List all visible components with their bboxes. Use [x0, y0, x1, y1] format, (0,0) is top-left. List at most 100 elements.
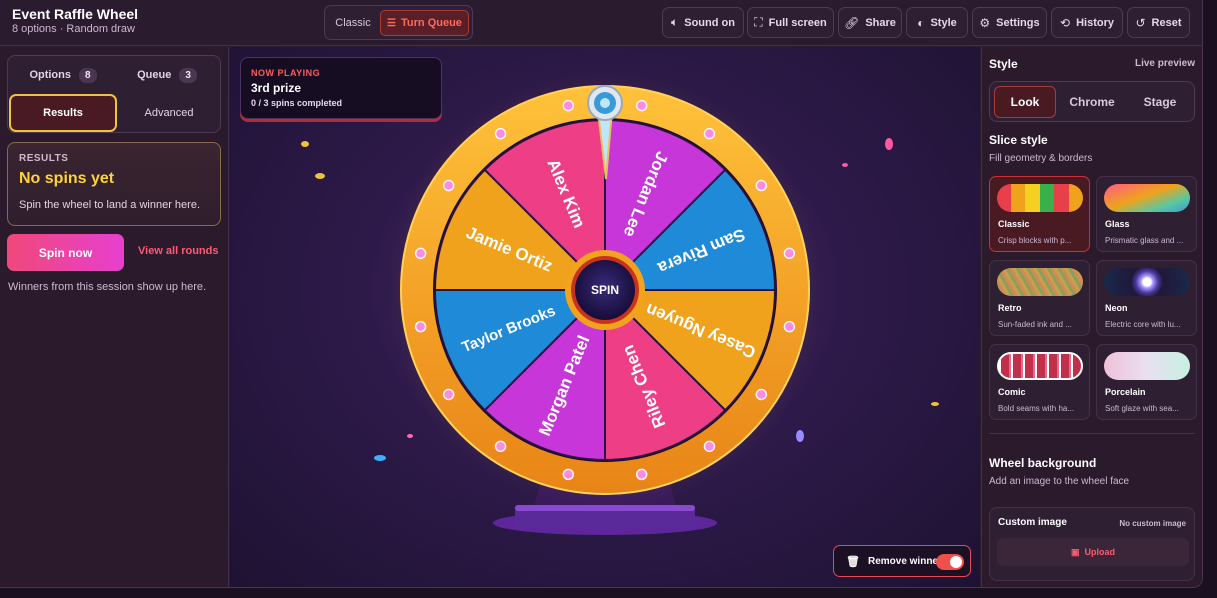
style-card-name: Comic: [998, 387, 1026, 397]
style-label: Style: [930, 16, 957, 29]
tab-queue-label: Queue: [137, 69, 172, 81]
style-card-desc: Bold seams with ha...: [998, 404, 1075, 413]
mode-classic-button[interactable]: Classic: [329, 10, 377, 36]
tab-chrome[interactable]: Chrome: [1060, 86, 1124, 118]
fullscreen-button[interactable]: ⛶ Full screen: [747, 7, 834, 38]
toggle-knob: [950, 556, 962, 568]
style-card-name: Glass: [1105, 219, 1130, 229]
spin-now-button[interactable]: Spin now: [7, 234, 124, 271]
app-window: Event Raffle Wheel 8 options · Random dr…: [0, 0, 1203, 588]
queue-count-badge: 3: [179, 67, 197, 83]
rim-bulb: [755, 179, 768, 192]
style-card-name: Classic: [998, 219, 1030, 229]
rim-bulb: [783, 247, 796, 260]
style-card-name: Porcelain: [1105, 387, 1146, 397]
settings-button[interactable]: ⚙ Settings: [972, 7, 1047, 38]
rim-bulb: [442, 179, 455, 192]
rim-bulb: [562, 468, 575, 481]
mode-turn-queue-label: Turn Queue: [401, 17, 462, 29]
section-divider: [989, 433, 1195, 434]
share-button[interactable]: 🔗︎ Share: [838, 7, 902, 38]
tab-options[interactable]: Options 8: [14, 66, 112, 84]
mode-turn-queue-button[interactable]: ☰ Turn Queue: [380, 10, 469, 36]
link-icon: 🔗︎: [844, 15, 860, 30]
spin-hub-label: SPIN: [591, 283, 619, 297]
upload-label: Upload: [1084, 547, 1116, 557]
reset-icon: ↺: [1135, 15, 1146, 30]
left-panel: Options 8 Queue 3 Results Advanced RESULTS…: [0, 47, 229, 587]
fullscreen-icon: ⛶: [754, 15, 763, 29]
live-preview-label: Live preview: [1134, 58, 1195, 69]
now-playing-title: 3rd prize: [251, 81, 302, 95]
style-card-comic[interactable]: Comic Bold seams with ha...: [989, 344, 1090, 420]
image-icon: ▣: [1070, 546, 1080, 557]
rim-bulb: [703, 127, 716, 140]
spin-hub-button[interactable]: SPIN: [565, 250, 645, 330]
mode-switch: Classic ☰ Turn Queue: [324, 5, 473, 40]
upload-button[interactable]: ▣ Upload: [997, 538, 1189, 566]
custom-image-card: Custom image No custom image ▣ Upload: [989, 507, 1195, 581]
rim-bulb: [414, 247, 427, 260]
palette-icon: ◐: [917, 15, 925, 30]
sound-button[interactable]: 🔈︎ Sound on: [662, 7, 744, 38]
tab-queue[interactable]: Queue 3: [118, 66, 216, 84]
remove-winner-toggle[interactable]: [936, 554, 964, 570]
app-title: Event Raffle Wheel: [12, 6, 139, 22]
top-bar: Event Raffle Wheel 8 options · Random dr…: [0, 0, 1202, 46]
wheel-background-title: Wheel background: [989, 456, 1097, 470]
wheel-stage: Jordan Lee Sam Rivera Casey Nguyen Riley Ch…: [230, 47, 980, 587]
history-icon: ⟲: [1060, 15, 1071, 30]
style-card-name: Retro: [998, 303, 1022, 313]
comic-swatch: [997, 352, 1083, 380]
left-tabs: Options 8 Queue 3 Results Advanced: [7, 55, 221, 133]
rim-bulb: [562, 99, 575, 112]
rim-bulb: [635, 99, 648, 112]
app-subtitle: 8 options · Random draw: [12, 23, 135, 35]
results-description: Spin the wheel to land a winner here.: [19, 199, 201, 211]
style-card-name: Neon: [1105, 303, 1128, 313]
rim-bulb: [635, 468, 648, 481]
remove-winner-control[interactable]: 🗑︎ Remove winner: [833, 545, 971, 577]
custom-image-title: Custom image: [998, 517, 1067, 528]
tab-options-label: Options: [29, 69, 71, 81]
style-card-glass[interactable]: Glass Prismatic glass and ...: [1096, 176, 1197, 252]
style-tabs: Look Chrome Stage: [989, 81, 1195, 122]
now-playing-card: NOW PLAYING 3rd prize 0 / 3 spins comple…: [240, 57, 442, 119]
now-playing-kicker: NOW PLAYING: [251, 68, 321, 78]
history-button[interactable]: ⟲ History: [1051, 7, 1123, 38]
rim-bulb: [755, 388, 768, 401]
remove-winner-label: Remove winner: [867, 555, 942, 567]
style-card-neon[interactable]: Neon Electric core with lu...: [1096, 260, 1197, 336]
reset-button[interactable]: ↺ Reset: [1127, 7, 1190, 38]
history-label: History: [1076, 16, 1114, 29]
tab-look[interactable]: Look: [994, 86, 1056, 118]
style-card-porcelain[interactable]: Porcelain Soft glaze with sea...: [1096, 344, 1197, 420]
tab-advanced[interactable]: Advanced: [120, 100, 218, 126]
slice-style-desc: Fill geometry & borders: [989, 153, 1093, 164]
style-card-retro[interactable]: Retro Sun-faded ink and ...: [989, 260, 1090, 336]
results-kicker: RESULTS: [19, 153, 69, 164]
results-card: RESULTS No spins yet Spin the wheel to l…: [7, 142, 221, 226]
rim-bulb: [494, 440, 507, 453]
fullscreen-label: Full screen: [768, 16, 827, 29]
style-card-desc: Soft glaze with sea...: [1105, 404, 1179, 413]
rim-bulb: [442, 388, 455, 401]
style-card-desc: Electric core with lu...: [1105, 320, 1181, 329]
session-note: Winners from this session show up here.: [8, 281, 207, 293]
style-button[interactable]: ◐ Style: [906, 7, 968, 38]
sliders-icon: ⚙: [979, 15, 991, 30]
wheel-canvas: Jordan LeeSam RiveraCasey NguyenRiley Ch…: [301, 72, 939, 535]
style-card-desc: Prismatic glass and ...: [1105, 236, 1184, 245]
right-panel: Style Live preview Look Chrome Stage Sli…: [981, 47, 1202, 587]
tab-results[interactable]: Results: [9, 94, 117, 132]
speaker-icon: 🔈︎: [671, 15, 679, 29]
rim-bulb: [494, 127, 507, 140]
view-all-rounds-link[interactable]: View all rounds: [138, 245, 219, 257]
style-card-classic[interactable]: Classic Crisp blocks with p...: [989, 176, 1090, 252]
tab-stage[interactable]: Stage: [1128, 86, 1192, 118]
sound-label: Sound on: [684, 16, 735, 29]
options-count-badge: 8: [79, 67, 97, 83]
style-panel-title: Style: [989, 57, 1018, 71]
results-title: No spins yet: [19, 170, 115, 187]
settings-label: Settings: [996, 16, 1040, 29]
